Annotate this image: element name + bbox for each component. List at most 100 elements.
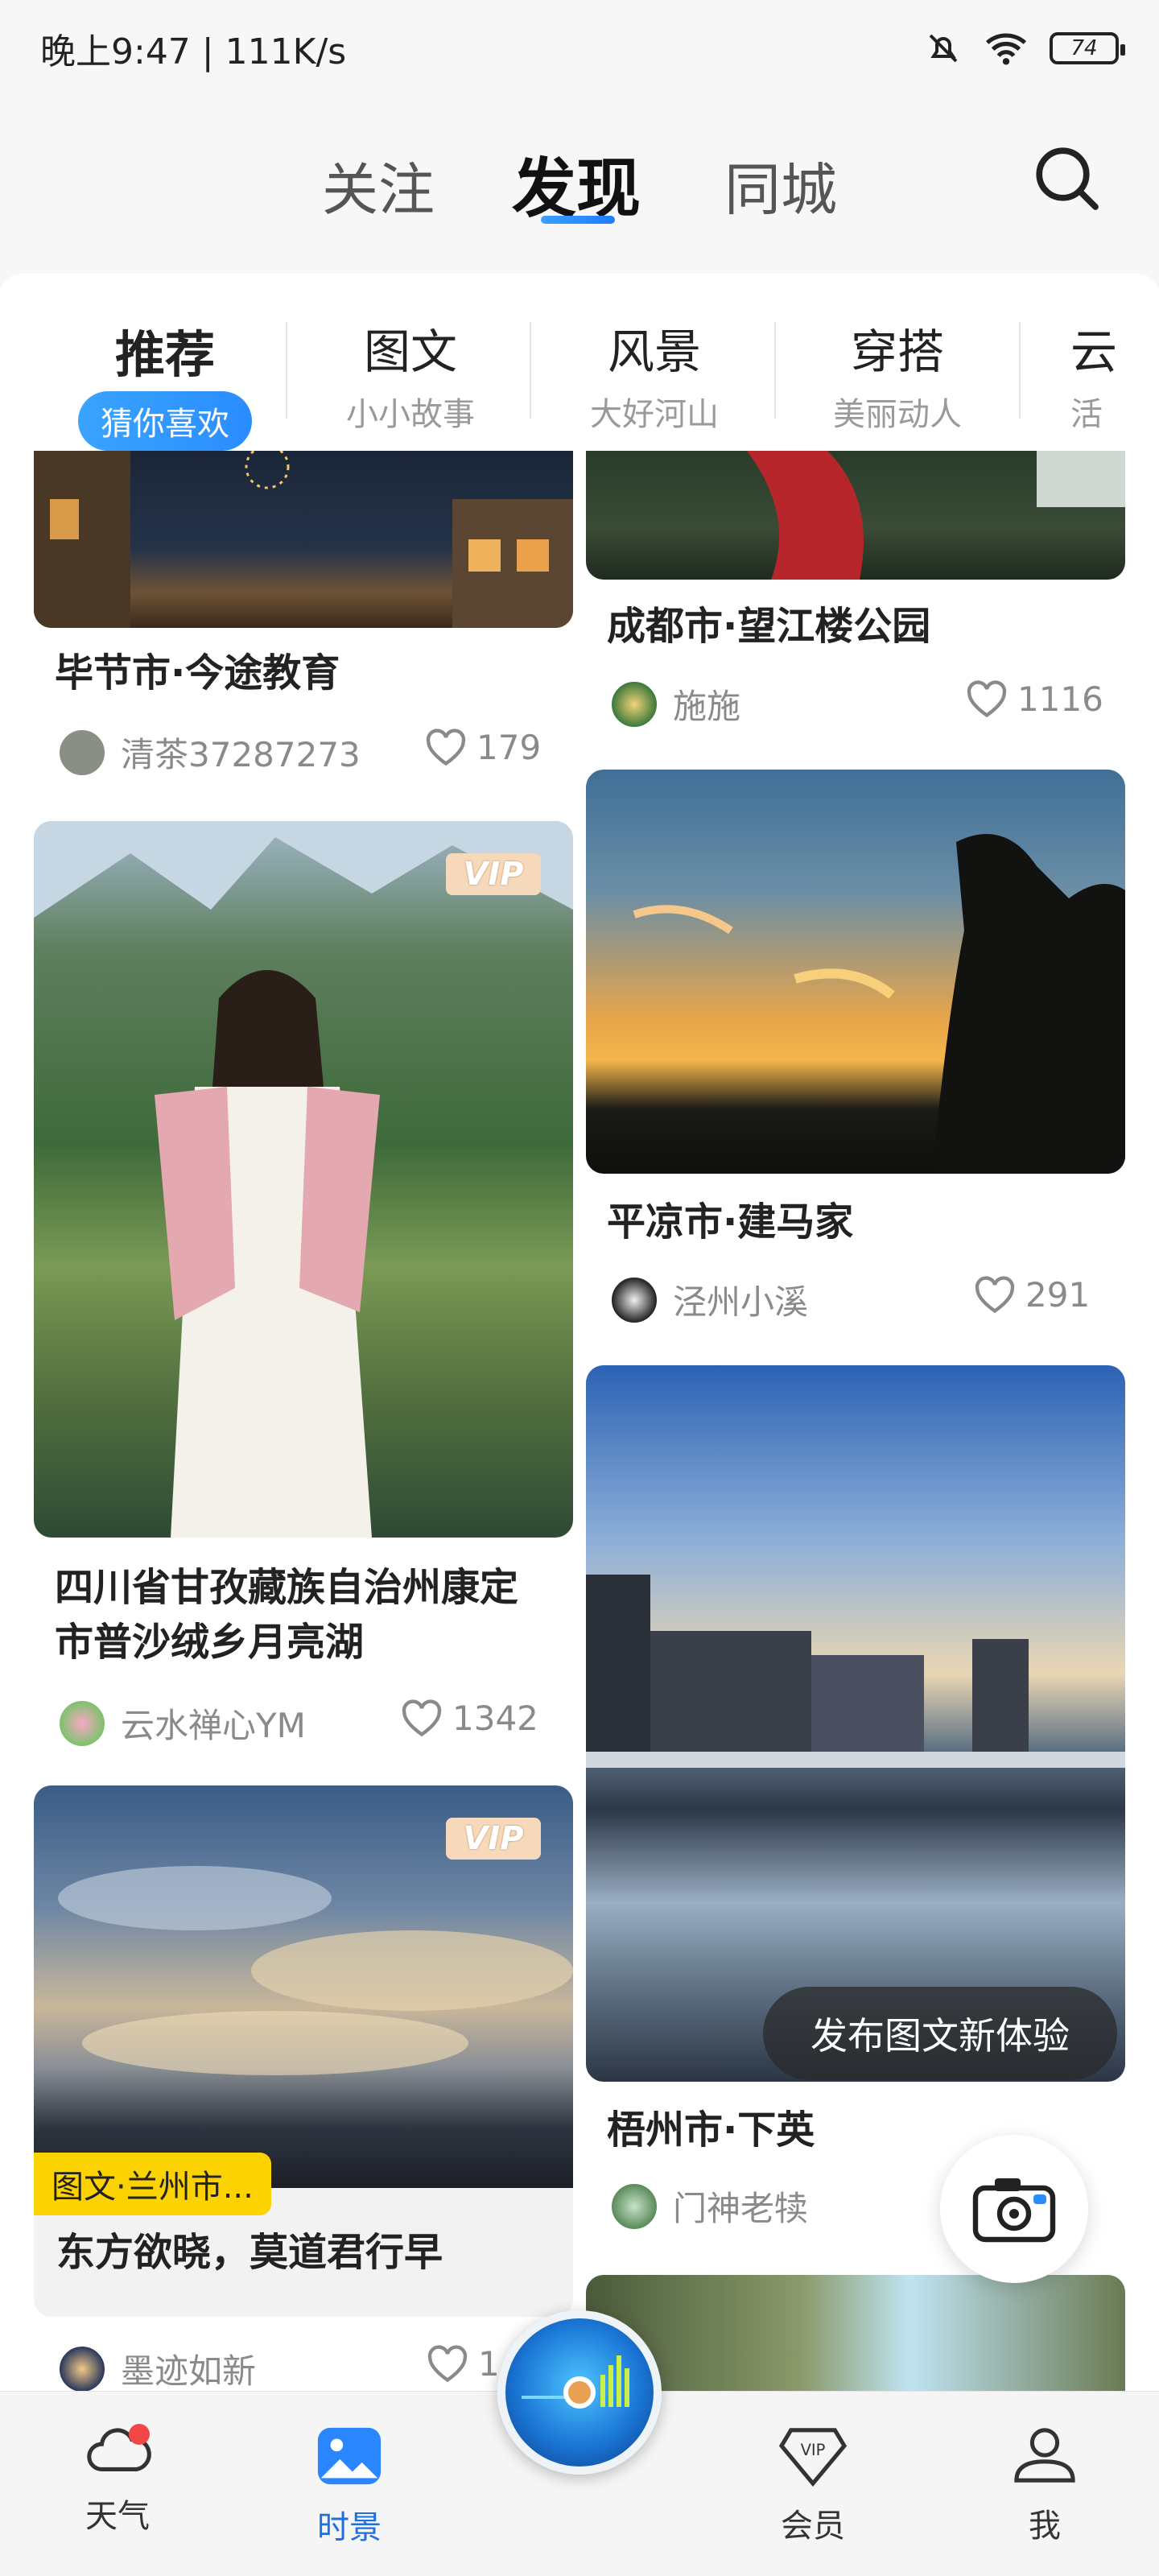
mute-bell-icon [929, 34, 958, 63]
like-button[interactable]: 1 [427, 2344, 500, 2384]
card-photo-park[interactable] [586, 451, 1125, 580]
nav-label: 会员 [781, 2508, 845, 2545]
category-title: 风景 [607, 324, 701, 379]
category-subtitle: 美丽动人 [833, 396, 962, 433]
park-illustration [747, 451, 1125, 580]
card-title[interactable]: 毕节市·今途教育 [55, 646, 340, 700]
card-author[interactable]: 清茶37287273 [58, 728, 361, 777]
avatar [610, 1275, 658, 1324]
category-subtitle: 大好河山 [590, 396, 719, 433]
category-graphic[interactable]: 图文 小小故事 [310, 314, 511, 435]
svg-text:VIP: VIP [801, 2441, 826, 2459]
author-name: 墨迹如新 [121, 2351, 257, 2391]
author-name: 云水禅心YM [121, 1706, 306, 1745]
category-outfit[interactable]: 穿搭 美丽动人 [797, 314, 998, 435]
heart-icon [427, 2344, 468, 2382]
nav-me[interactable]: 我 [988, 2424, 1101, 2546]
card-title[interactable]: 梧州市·下英 [607, 2103, 815, 2157]
heart-icon [426, 728, 466, 766]
post-tag[interactable]: 图文·兰州市... [34, 2153, 271, 2215]
top-tabs: 关注 发现 同城 [0, 113, 1159, 258]
battery-level: 74 [1070, 36, 1098, 60]
category-subtitle: 猜你喜欢 [78, 391, 252, 451]
wifi-icon [985, 33, 1027, 65]
avatar [58, 2344, 106, 2391]
nav-vip[interactable]: VIP 会员 [757, 2424, 869, 2546]
author-name: 门神老犊 [673, 2189, 809, 2228]
avatar [58, 728, 106, 777]
sunset-illustration [633, 834, 1125, 1174]
category-strip: 推荐 猜你喜欢 图文 小小故事 风景 大好河山 穿搭 美丽动人 云 活 [0, 274, 1159, 451]
nav-label: 时景 [317, 2509, 382, 2546]
category-title: 推荐 [114, 325, 215, 384]
card-photo-sunset[interactable] [586, 770, 1125, 1174]
like-count: 1 [478, 2344, 500, 2384]
avatar [610, 2182, 658, 2231]
fireworks-illustration [34, 451, 573, 628]
author-name: 清茶37287273 [121, 735, 361, 774]
card-graphic-post[interactable]: VIP 图文·兰州市... 东方欲晓，莫道君行早 [34, 1785, 573, 2317]
card-author[interactable]: 云水禅心YM [58, 1699, 306, 1748]
tab-local[interactable]: 同城 [724, 145, 837, 226]
camera-button[interactable] [940, 2135, 1088, 2283]
nav-label: 天气 [85, 2498, 150, 2535]
card-author[interactable]: 墨迹如新 [58, 2344, 256, 2391]
center-radar-button[interactable] [497, 2310, 662, 2475]
river-city-illustration [586, 1575, 1125, 1768]
category-title: 云 [1070, 324, 1118, 379]
card-photo-waterfall[interactable] [586, 2275, 1125, 2391]
status-icons: 74 [924, 29, 1125, 68]
vip-diamond-icon: VIP [778, 2428, 848, 2487]
like-button[interactable]: 1342 [401, 1699, 538, 1738]
tab-follow[interactable]: 关注 [322, 145, 435, 226]
nav-weather[interactable]: 天气 [61, 2424, 174, 2537]
category-subtitle: 活 [1070, 396, 1103, 433]
user-icon [1014, 2428, 1075, 2483]
heart-icon [975, 1275, 1015, 1313]
card-title[interactable]: 四川省甘孜藏族自治州康定市普沙绒乡月亮湖 [55, 1560, 538, 1670]
category-cloud[interactable]: 云 活 [1038, 314, 1159, 435]
avatar [610, 679, 658, 729]
heart-icon [967, 679, 1007, 717]
card-author[interactable]: 门神老犊 [610, 2182, 808, 2231]
like-count: 291 [1025, 1275, 1091, 1315]
card-author[interactable]: 泾州小溪 [610, 1275, 808, 1324]
card-title[interactable]: 成都市·望江楼公园 [607, 599, 930, 654]
category-subtitle: 小小故事 [346, 396, 475, 433]
camera-icon [972, 2178, 1056, 2243]
publish-tooltip: 发布图文新体验 [763, 1987, 1117, 2080]
notification-dot [129, 2424, 150, 2445]
vip-badge: VIP [446, 853, 541, 895]
category-recommend[interactable]: 推荐 猜你喜欢 [64, 314, 266, 451]
search-icon[interactable] [1030, 142, 1103, 214]
card-photo-lake-woman[interactable]: VIP [34, 821, 573, 1538]
vip-badge: VIP [446, 1818, 541, 1860]
heart-icon [402, 1699, 442, 1736]
like-count: 179 [476, 728, 542, 767]
photo-icon [317, 2427, 382, 2485]
category-scenery[interactable]: 风景 大好河山 [554, 314, 755, 435]
like-button[interactable]: 179 [425, 728, 541, 767]
card-photo-fireworks[interactable] [34, 451, 573, 628]
like-button[interactable]: 291 [974, 1275, 1090, 1315]
card-author[interactable]: 施施 [610, 679, 740, 729]
active-tab-indicator [541, 216, 615, 224]
like-button[interactable]: 1116 [966, 679, 1103, 719]
nav-label: 我 [1029, 2508, 1061, 2545]
card-photo-river-city[interactable] [586, 1365, 1125, 2082]
category-title: 图文 [363, 324, 457, 379]
status-bar: 晚上9:47 | 111K/s 74 [0, 0, 1159, 97]
like-count: 1342 [452, 1699, 538, 1738]
category-title: 穿搭 [850, 324, 944, 379]
post-caption: 东方欲晓，莫道君行早 [56, 2230, 443, 2275]
portrait-illustration [34, 821, 573, 1538]
like-count: 1116 [1017, 679, 1103, 719]
radar-center [563, 2376, 596, 2409]
battery-icon: 74 [1050, 32, 1125, 64]
author-name: 施施 [673, 687, 741, 726]
card-title[interactable]: 平凉市·建马家 [607, 1195, 853, 1249]
author-name: 泾州小溪 [673, 1282, 809, 1322]
feed: 毕节市·今途教育 清茶37287273 179 成都市·望江楼公园 施施 111… [0, 451, 1159, 2391]
nav-scenery[interactable]: 时景 [293, 2424, 406, 2548]
avatar [58, 1699, 106, 1748]
